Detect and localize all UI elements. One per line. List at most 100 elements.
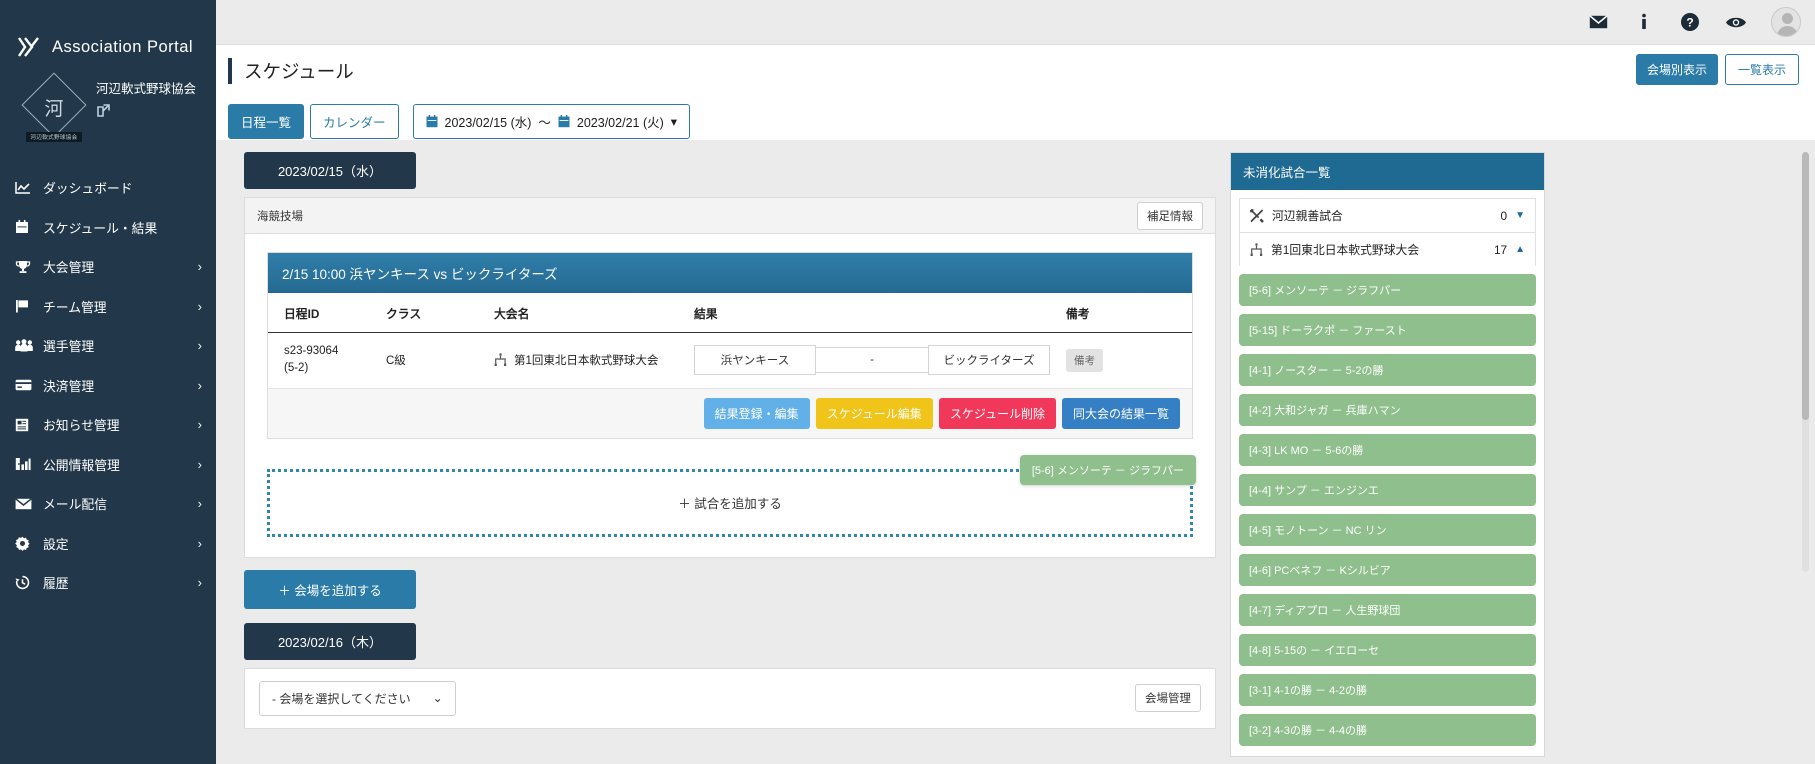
external-link-icon[interactable] — [96, 103, 111, 118]
organization-block[interactable]: 河 河辺軟式野球協会 河辺軟式野球協会 — [0, 64, 216, 162]
chevron-up-icon[interactable]: ▲ — [1515, 244, 1525, 255]
eye-icon[interactable] — [1725, 11, 1747, 33]
sidebar-item-history[interactable]: 履歴 › — [0, 563, 216, 603]
accordion-tournament-matches[interactable]: 第1回東北日本軟式野球大会 17 ▲ — [1239, 232, 1536, 266]
day-header-2: 2023/02/16（木） — [244, 623, 416, 660]
svg-text:?: ? — [1686, 16, 1693, 30]
unplayed-match-chip[interactable]: [5-15] ドーラクポ － ファースト — [1239, 314, 1536, 346]
gear-icon — [15, 535, 36, 551]
unplayed-match-chip[interactable]: [4-4] サンプ － エンジンエ — [1239, 474, 1536, 506]
tournament-name: 第1回東北日本軟式野球大会 — [514, 352, 658, 368]
score-separator-field[interactable]: - — [816, 347, 928, 373]
sidebar-item-label: 大会管理 — [43, 257, 198, 276]
add-match-dropzone[interactable]: ＋ 試合を追加する [5-6] メンソーテ － ジラフパー — [267, 469, 1193, 537]
calendar-icon — [426, 115, 438, 128]
venue-manage-button[interactable]: 会場管理 — [1135, 684, 1201, 712]
unplayed-matches-panel: 未消化試合一覧 河辺親善試合 0 ▼ — [1230, 152, 1545, 757]
unplayed-match-chip[interactable]: [3-2] 4-3の勝 － 4-4の勝 — [1239, 714, 1536, 746]
add-match-label: ＋ 試合を追加する — [678, 493, 781, 512]
tab-calendar[interactable]: カレンダー — [310, 104, 399, 139]
sidebar-item-label: チーム管理 — [43, 297, 198, 316]
app-root: Association Portal 河 河辺軟式野球協会 河辺軟式野球協会 — [0, 0, 1815, 764]
unplayed-match-chip[interactable]: [4-5] モノトーン － NC リン — [1239, 514, 1536, 546]
brand-title: Association Portal — [52, 38, 193, 57]
add-venue-button[interactable]: ＋ 会場を追加する — [244, 570, 416, 609]
sidebar-item-tournament-mgmt[interactable]: 大会管理 › — [0, 247, 216, 287]
col-schedule-id: 日程ID — [268, 293, 378, 333]
chevron-down-icon: ▾ — [671, 114, 677, 129]
sidebar-item-player-mgmt[interactable]: 選手管理 › — [0, 326, 216, 366]
sidebar-item-label: 選手管理 — [43, 336, 198, 355]
tab-schedule-list[interactable]: 日程一覧 — [228, 104, 304, 139]
day-header-1: 2023/02/15（水） — [244, 152, 416, 189]
scrollbar-track[interactable] — [1802, 152, 1809, 572]
unplayed-match-chip[interactable]: [4-7] ディアプロ － 人生野球団 — [1239, 594, 1536, 626]
scrollbar-thumb[interactable] — [1802, 152, 1809, 420]
accordion-count: 17 — [1494, 243, 1507, 257]
sidebar-item-dashboard[interactable]: ダッシュボード — [0, 168, 216, 208]
date-to: 2023/02/21 (火) — [577, 112, 664, 131]
cell-note: 備考 — [1058, 333, 1192, 388]
away-team-score-field[interactable]: ビックライターズ — [928, 345, 1050, 375]
info-icon[interactable] — [1633, 11, 1655, 33]
sidebar-item-public-info-mgmt[interactable]: 公開情報管理 › — [0, 445, 216, 485]
col-class: クラス — [378, 293, 486, 333]
sidebar-item-notice-mgmt[interactable]: お知らせ管理 › — [0, 405, 216, 445]
unplayed-match-chip[interactable]: [4-6] PCベネフ － Kシルビア — [1239, 554, 1536, 586]
edit-schedule-button[interactable]: スケジュール編集 — [816, 398, 933, 429]
unplayed-match-chip[interactable]: [4-8] 5-15の － イエローセ — [1239, 634, 1536, 666]
date-range-picker[interactable]: 2023/02/15 (水) 〜 2023/02/21 (火) ▾ — [413, 104, 691, 139]
header-actions: 会場別表示 一覧表示 — [1636, 54, 1799, 85]
credit-card-icon — [15, 377, 36, 393]
view-by-venue-button[interactable]: 会場別表示 — [1636, 54, 1718, 85]
register-result-button[interactable]: 結果登録・編集 — [704, 398, 810, 429]
accordion-friendly-matches[interactable]: 河辺親善試合 0 ▼ — [1239, 198, 1536, 232]
match-action-bar: 結果登録・編集 スケジュール編集 スケジュール削除 同大会の結果一覧 — [268, 388, 1192, 438]
cell-schedule-id: s23-93064 (5-2) — [268, 333, 378, 388]
trophy-icon — [15, 259, 36, 275]
unplayed-match-chip[interactable]: [4-3] LK MO － 5-6の勝 — [1239, 434, 1536, 466]
sidebar-item-schedule-results[interactable]: スケジュール・結果 — [0, 208, 216, 248]
sidebar-item-team-mgmt[interactable]: チーム管理 › — [0, 287, 216, 327]
same-tournament-results-button[interactable]: 同大会の結果一覧 — [1062, 398, 1180, 429]
app-logo-icon — [16, 34, 42, 60]
sidebar-item-mail-delivery[interactable]: メール配信 › — [0, 484, 216, 524]
match-title: 2/15 10:00 浜ヤンキース vs ビックライターズ — [268, 253, 1192, 293]
date-from: 2023/02/15 (水) — [445, 112, 532, 131]
dragging-match-chip[interactable]: [5-6] メンソーテ － ジラフパー — [1020, 455, 1196, 485]
supplement-info-button[interactable]: 補足情報 — [1137, 202, 1203, 230]
bracket-icon — [1250, 243, 1263, 257]
avatar[interactable] — [1771, 7, 1801, 37]
users-icon — [15, 338, 36, 354]
venue-select-value: - 会場を選択してください — [272, 690, 411, 707]
help-icon[interactable]: ? — [1679, 11, 1701, 33]
chevron-right-icon: › — [198, 259, 202, 274]
view-list-button[interactable]: 一覧表示 — [1725, 54, 1799, 85]
unplayed-match-chip[interactable]: [5-6] メンソーテ － ジラフパー — [1239, 274, 1536, 306]
home-team-score-field[interactable]: 浜ヤンキース — [694, 345, 816, 375]
chevron-down-icon[interactable]: ▼ — [1515, 210, 1525, 221]
venue-select[interactable]: - 会場を選択してください ⌄ — [259, 681, 456, 716]
calendar-icon — [15, 219, 36, 235]
sidebar-item-label: 公開情報管理 — [43, 455, 198, 474]
toolbar: 日程一覧 カレンダー 2023/02/15 (水) 〜 2023/02/21 (… — [216, 97, 1815, 139]
cell-result: 浜ヤンキース - ビックライターズ — [686, 333, 1058, 388]
chevron-right-icon: › — [198, 536, 202, 551]
panel-title: 未消化試合一覧 — [1231, 153, 1544, 190]
sidebar-item-payment-mgmt[interactable]: 決済管理 › — [0, 366, 216, 406]
sidebar-item-settings[interactable]: 設定 › — [0, 524, 216, 564]
title-accent-bar — [228, 58, 232, 84]
match-table: 日程ID クラス 大会名 結果 備考 s23-93064 — [268, 293, 1192, 388]
mail-icon[interactable] — [1587, 11, 1609, 33]
sidebar-item-label: ダッシュボード — [43, 178, 202, 197]
unplayed-match-chip[interactable]: [3-1] 4-1の勝 － 4-2の勝 — [1239, 674, 1536, 706]
delete-schedule-button[interactable]: スケジュール削除 — [939, 398, 1056, 429]
unplayed-match-chip[interactable]: [4-2] 大和ジャガ － 兵庫ハマン — [1239, 394, 1536, 426]
accordion-label: 河辺親善試合 — [1272, 207, 1493, 224]
brand[interactable]: Association Portal — [0, 0, 216, 64]
tools-icon — [1250, 209, 1264, 223]
date-separator: 〜 — [538, 112, 551, 131]
note-badge[interactable]: 備考 — [1066, 349, 1103, 372]
accordion-count: 0 — [1501, 209, 1508, 223]
unplayed-match-chip[interactable]: [4-1] ノースター － 5-2の勝 — [1239, 354, 1536, 386]
